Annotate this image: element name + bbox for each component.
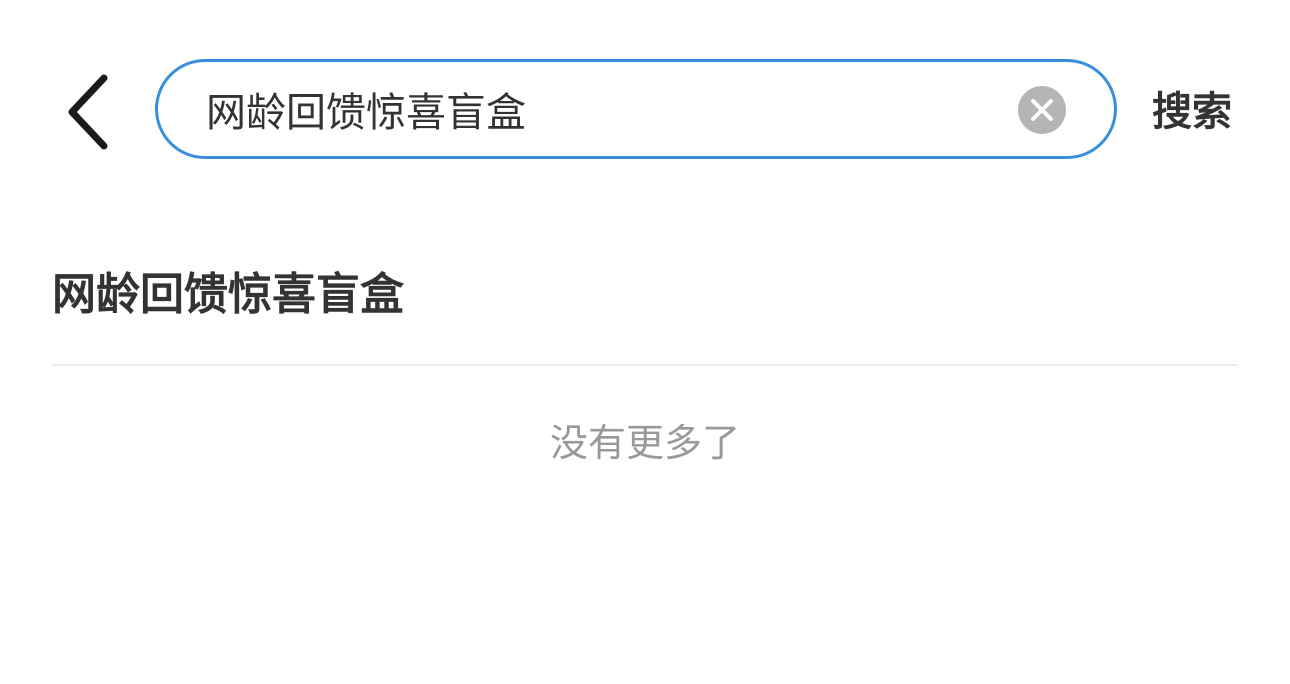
close-circle-icon	[1031, 99, 1053, 121]
divider	[52, 364, 1238, 366]
search-button[interactable]: 搜索	[1152, 86, 1232, 138]
clear-search-button[interactable]	[1018, 86, 1066, 134]
no-more-text: 没有更多了	[549, 421, 740, 465]
back-button[interactable]	[48, 64, 128, 160]
search-input[interactable]	[206, 62, 1006, 156]
list-item[interactable]: 网龄回馈惊喜盲盒	[52, 262, 1238, 365]
chevron-left-icon	[68, 74, 108, 150]
search-screen: 搜索 网龄回馈惊喜盲盒 没有更多了	[0, 0, 1290, 684]
search-box[interactable]	[155, 59, 1117, 159]
result-item-label: 网龄回馈惊喜盲盒	[52, 269, 404, 320]
